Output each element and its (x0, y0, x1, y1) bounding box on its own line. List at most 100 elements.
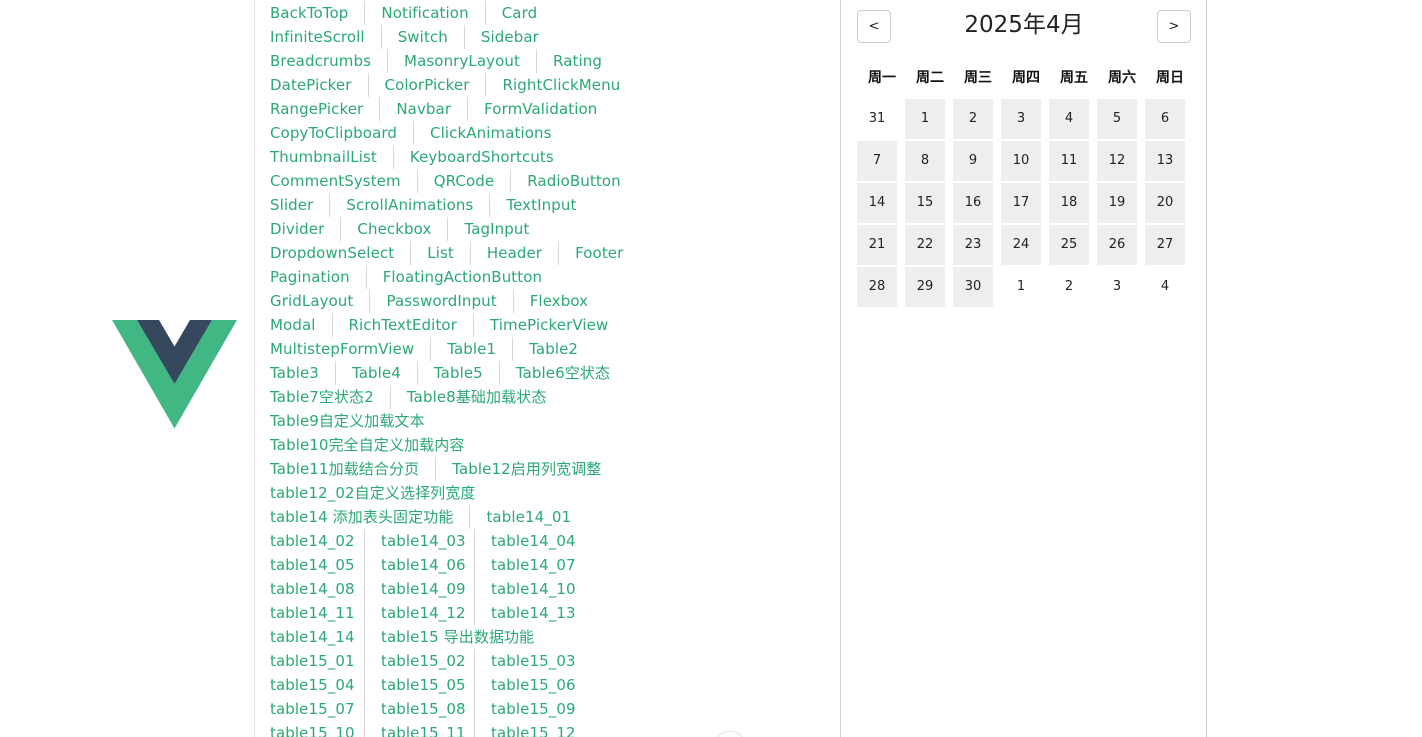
nav-link[interactable]: GridLayout (254, 289, 369, 313)
nav-link[interactable]: table14_06 (364, 553, 474, 577)
nav-link[interactable]: FormValidation (467, 97, 613, 121)
nav-link[interactable]: table14_13 (474, 601, 584, 625)
nav-link[interactable]: table14_03 (364, 529, 474, 553)
nav-link[interactable]: Breadcrumbs (254, 49, 387, 73)
nav-link[interactable]: table15_08 (364, 697, 474, 721)
nav-link[interactable]: table15_01 (254, 649, 364, 673)
calendar-day[interactable]: 17 (1001, 183, 1041, 223)
calendar-day[interactable]: 4 (1049, 99, 1089, 139)
calendar-day[interactable]: 18 (1049, 183, 1089, 223)
nav-link[interactable]: table15_09 (474, 697, 584, 721)
nav-link[interactable]: table14_05 (254, 553, 364, 577)
nav-link[interactable]: table14_10 (474, 577, 584, 601)
nav-link[interactable]: RichTextEditor (331, 313, 473, 337)
nav-link[interactable]: Navbar (379, 97, 467, 121)
nav-link[interactable]: Table6空状态 (498, 361, 626, 385)
calendar-day[interactable]: 30 (953, 267, 993, 307)
nav-link[interactable]: table15 导出数据功能 (364, 625, 550, 649)
calendar-day[interactable]: 29 (905, 267, 945, 307)
nav-link[interactable]: MasonryLayout (387, 49, 536, 73)
calendar-day-other-month[interactable]: 3 (1097, 267, 1137, 307)
calendar-day[interactable]: 3 (1001, 99, 1041, 139)
nav-link[interactable]: Table2 (512, 337, 594, 361)
calendar-day[interactable]: 20 (1145, 183, 1185, 223)
nav-link[interactable]: Rating (536, 49, 618, 73)
nav-link[interactable]: table14_07 (474, 553, 584, 577)
nav-link[interactable]: Card (484, 1, 554, 25)
calendar-day[interactable]: 28 (857, 267, 897, 307)
calendar-day[interactable]: 25 (1049, 225, 1089, 265)
nav-link[interactable]: table12_02自定义选择列宽度 (254, 481, 491, 505)
calendar-day[interactable]: 27 (1145, 225, 1185, 265)
nav-link[interactable]: Table3 (254, 361, 335, 385)
nav-link[interactable]: DropdownSelect (254, 241, 410, 265)
nav-link[interactable]: CommentSystem (254, 169, 417, 193)
nav-link[interactable]: table15_10 (254, 721, 364, 737)
nav-link[interactable]: Table7空状态2 (254, 385, 390, 409)
calendar-day[interactable]: 11 (1049, 141, 1089, 181)
calendar-day[interactable]: 5 (1097, 99, 1137, 139)
calendar-day[interactable]: 14 (857, 183, 897, 223)
nav-link[interactable]: List (410, 241, 470, 265)
nav-link[interactable]: CopyToClipboard (254, 121, 413, 145)
nav-link[interactable]: KeyboardShortcuts (392, 145, 570, 169)
nav-link[interactable]: Flexbox (512, 289, 604, 313)
nav-link[interactable]: RadioButton (510, 169, 637, 193)
nav-link[interactable]: table14_09 (364, 577, 474, 601)
calendar-day[interactable]: 1 (905, 99, 945, 139)
nav-link[interactable]: Divider (254, 217, 340, 241)
nav-link[interactable]: MultistepFormView (254, 337, 430, 361)
calendar-day[interactable]: 7 (857, 141, 897, 181)
nav-link[interactable]: TagInput (447, 217, 545, 241)
calendar-day[interactable]: 15 (905, 183, 945, 223)
nav-link[interactable]: table15_02 (364, 649, 474, 673)
nav-link[interactable]: Table5 (416, 361, 499, 385)
nav-link[interactable]: Notification (364, 1, 484, 25)
next-month-button[interactable]: > (1157, 10, 1191, 43)
nav-link[interactable]: table15_03 (474, 649, 584, 673)
nav-link[interactable]: Sidebar (463, 25, 555, 49)
nav-link[interactable]: Footer (558, 241, 639, 265)
nav-link[interactable]: table14_11 (254, 601, 364, 625)
calendar-day-other-month[interactable]: 31 (857, 99, 897, 139)
nav-link[interactable]: Modal (254, 313, 332, 337)
nav-link[interactable]: Pagination (254, 265, 366, 289)
calendar-day[interactable]: 16 (953, 183, 993, 223)
nav-link[interactable]: table14_02 (254, 529, 364, 553)
nav-link[interactable]: PasswordInput (369, 289, 512, 313)
calendar-day-other-month[interactable]: 2 (1049, 267, 1089, 307)
nav-link[interactable]: Checkbox (340, 217, 447, 241)
nav-link[interactable]: table14_12 (364, 601, 474, 625)
calendar-day[interactable]: 2 (953, 99, 993, 139)
calendar-day[interactable]: 13 (1145, 141, 1185, 181)
nav-link[interactable]: table15_12 (474, 721, 584, 737)
nav-link[interactable]: Table4 (334, 361, 417, 385)
nav-link[interactable]: Switch (380, 25, 464, 49)
nav-link[interactable]: FloatingActionButton (365, 265, 558, 289)
nav-link[interactable]: ClickAnimations (413, 121, 568, 145)
nav-link[interactable]: Table8基础加载状态 (389, 385, 563, 409)
nav-link[interactable]: Header (469, 241, 558, 265)
nav-link[interactable]: table15_06 (474, 673, 584, 697)
calendar-day[interactable]: 9 (953, 141, 993, 181)
nav-link[interactable]: table15_05 (364, 673, 474, 697)
prev-month-button[interactable]: < (857, 10, 891, 43)
nav-link[interactable]: Slider (254, 193, 329, 217)
calendar-day-other-month[interactable]: 4 (1145, 267, 1185, 307)
nav-link[interactable]: TimePickerView (472, 313, 624, 337)
calendar-day[interactable]: 23 (953, 225, 993, 265)
nav-link[interactable]: BackToTop (254, 1, 364, 25)
nav-link[interactable]: ThumbnailList (254, 145, 393, 169)
nav-link[interactable]: table15_04 (254, 673, 364, 697)
calendar-day[interactable]: 26 (1097, 225, 1137, 265)
nav-link[interactable]: ColorPicker (367, 73, 486, 97)
nav-link[interactable]: Table10完全自定义加载内容 (254, 433, 480, 457)
calendar-day[interactable]: 6 (1145, 99, 1185, 139)
nav-link[interactable]: table15_11 (364, 721, 474, 737)
calendar-day[interactable]: 21 (857, 225, 897, 265)
nav-link[interactable]: ScrollAnimations (329, 193, 489, 217)
calendar-day[interactable]: 10 (1001, 141, 1041, 181)
nav-link[interactable]: table14_08 (254, 577, 364, 601)
nav-link[interactable]: table14_14 (254, 625, 364, 649)
calendar-day-other-month[interactable]: 1 (1001, 267, 1041, 307)
